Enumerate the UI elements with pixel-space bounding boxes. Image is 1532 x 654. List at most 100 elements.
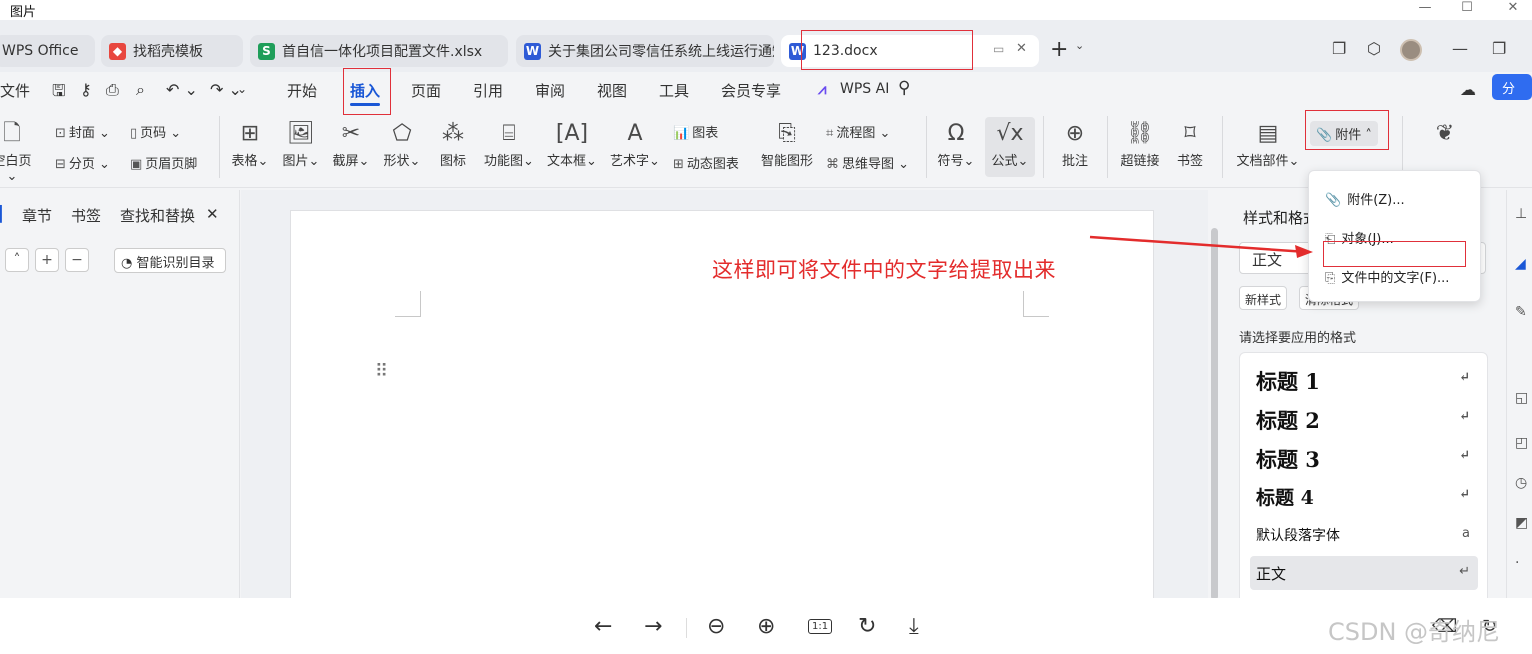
divider [686,618,687,638]
restore-icon[interactable]: ❐ [1492,39,1506,58]
symbol-button[interactable]: Ω 符号⌄ [936,120,976,169]
highlight-docx-tab [801,30,973,70]
flowchart-button[interactable]: ⌗ 流程图 ⌄ [826,122,890,141]
shape-outline-icon[interactable]: ◱ [1515,390,1528,406]
nav-tab-bookmarks[interactable]: 书签 [71,205,101,226]
menu-review[interactable]: 审阅 [535,80,565,101]
menu-tools[interactable]: 工具 [659,80,689,101]
chevron-down-icon[interactable]: ⌄ [1075,39,1084,52]
style-heading-4[interactable]: 标题 4 ↵ [1250,479,1478,513]
menu-item-attachment[interactable]: 📎 附件(Z)... [1325,189,1405,208]
style-default-paragraph-font[interactable]: 默认段落字体 a [1250,518,1478,552]
menu-file[interactable]: 文件 [0,80,30,101]
doc-parts-button[interactable]: ▤ 文档部件⌄ [1234,120,1302,169]
new-tab-icon[interactable]: + [1050,37,1068,62]
maximize-icon[interactable]: ☐ [1452,0,1482,15]
comment-button[interactable]: ⊕ 批注 [1055,120,1095,169]
header-footer-button[interactable]: ▣ 页眉页脚 [130,153,197,172]
more-dots-icon[interactable]: · [1515,555,1519,571]
previous-icon[interactable]: ← [594,614,612,639]
clock-icon[interactable]: ◷ [1515,475,1527,491]
close-tab-icon[interactable]: ✕ [1016,41,1027,56]
tab-notice-doc[interactable]: W 关于集团公司零信任系统上线运行通知 [516,35,774,67]
chevron-up-icon[interactable]: ˄ [5,248,29,272]
tab-docer-templates[interactable]: ◆ 找稻壳模板 [101,35,243,67]
tab-wps-office[interactable]: WPS Office [0,35,95,67]
menu-wps-ai[interactable]: WPS AI [840,81,889,97]
page-number-button[interactable]: ▯ 页码 ⌄ [130,122,181,141]
cube-icon[interactable]: ⬡ [1367,39,1381,58]
textbox-button[interactable]: [A] 文本框⌄ [545,120,599,169]
wordart-button[interactable]: A 艺术字⌄ [608,120,662,169]
style-heading-1[interactable]: 标题 1 ↵ [1250,362,1478,396]
zoom-out-icon[interactable]: ⊖ [707,614,725,639]
dynamic-chart-button[interactable]: ⊞ 动态图表 [673,153,739,172]
minimize-icon[interactable]: — [1452,39,1468,58]
actual-size-icon[interactable]: 1:1 [808,619,833,634]
share-outline-icon[interactable]: ◰ [1515,435,1528,451]
close-icon[interactable]: ✕ [1498,0,1528,15]
save-icon[interactable]: 🖫 [52,80,66,107]
style-body-text[interactable]: 正文 ↵ [1250,556,1478,590]
rotate-icon[interactable]: ↻ [858,614,876,639]
new-style-button[interactable]: 新样式 [1239,286,1288,310]
nav-tab-chapters[interactable]: 章节 [22,205,52,226]
more-button[interactable]: ❦ [1430,120,1460,150]
menu-page[interactable]: 页面 [411,80,441,101]
function-chart-button[interactable]: ⌸ 功能图⌄ [482,120,536,169]
minus-icon[interactable]: − [65,248,89,272]
mindmap-button[interactable]: ⌘ 思维导图 ⌄ [826,153,909,172]
scrollbar-thumb[interactable] [1211,228,1218,598]
table-button[interactable]: ⊞ 表格⌄ [230,120,270,169]
menu-member[interactable]: 会员专享 [721,80,781,101]
chart-button[interactable]: 📊 图表 [673,122,718,141]
menu-home[interactable]: 开始 [287,80,317,101]
menu-references[interactable]: 引用 [473,80,503,101]
bookmark-label: 书签 [1176,154,1203,169]
monitor-icon[interactable]: ▭ [993,42,1004,56]
shape-button[interactable]: ⬠ 形状⌄ [382,120,422,169]
style-heading-2[interactable]: 标题 2 ↵ [1250,401,1478,435]
print-preview-icon[interactable]: ⌕ [136,80,145,100]
margin-corner-mark [395,291,421,317]
zoom-in-icon[interactable]: ⊕ [757,614,775,639]
nav-icon[interactable]: ◩ [1515,515,1528,531]
style-heading-3[interactable]: 标题 3 ↵ [1250,440,1478,474]
minimize-icon[interactable]: — [1410,0,1440,15]
cover-button[interactable]: ⊡ 封面 ⌄ [55,122,110,141]
bookmark-button[interactable]: ⌑ 书签 [1172,120,1208,169]
nav-tab-find-replace[interactable]: 查找和替换 [120,205,195,226]
smart-toc-button[interactable]: ◔ 智能识别目录 [114,248,226,273]
download-icon[interactable]: ⤓ [909,614,919,639]
close-icon[interactable]: ✕ [206,205,219,223]
tab-xlsx-file[interactable]: S 首自信一体化项目配置文件.xlsx [250,35,508,67]
formula-button[interactable]: √x 公式⌄ [985,117,1035,177]
cloud-upload-icon[interactable]: ☁ [1460,80,1476,99]
next-icon[interactable]: → [644,614,662,639]
plus-icon[interactable]: + [35,248,59,272]
sidebar-icon[interactable]: ⊥ [1515,206,1527,222]
smart-graphic-button[interactable]: ⎘ 智能图形 [758,120,816,169]
key-icon[interactable]: ⚷ [80,80,92,99]
search-icon[interactable]: ⚲ [898,78,910,98]
document-canvas[interactable]: ⠿ [241,190,1208,598]
style-icon[interactable]: ◢ [1515,256,1526,272]
more-chevron-icon[interactable]: ⌄ [237,82,247,96]
share-button[interactable]: 分 [1492,74,1532,100]
undo-icon[interactable]: ↶ ⌄ [166,80,198,99]
page-break-button[interactable]: ⊟ 分页 ⌄ [55,153,110,172]
menu-item-text-from-file[interactable]: ⎘ 文件中的文字(F)... [1325,267,1449,286]
screenshot-button[interactable]: ✂ 截屏⌄ [331,120,371,169]
blank-page-button[interactable]: 🗋 空白页⌄ [0,120,32,184]
picture-button[interactable]: 🖼 图片⌄ [281,120,321,169]
menu-view[interactable]: 视图 [597,80,627,101]
print-icon[interactable]: ⎙ [106,80,119,100]
hyperlink-button[interactable]: ⛓ 超链接 [1117,120,1163,169]
avatar[interactable] [1400,39,1422,61]
nav-tab-toc[interactable]: ▌ [0,205,8,223]
icon-button[interactable]: ⁂ 图标 [436,120,470,169]
window-switch-icon[interactable]: ❐ [1332,39,1346,58]
drag-handle-icon[interactable]: ⠿ [375,361,388,382]
smart-toc-icon: ◔ [121,256,137,271]
pen-icon[interactable]: ✎ [1515,304,1527,320]
